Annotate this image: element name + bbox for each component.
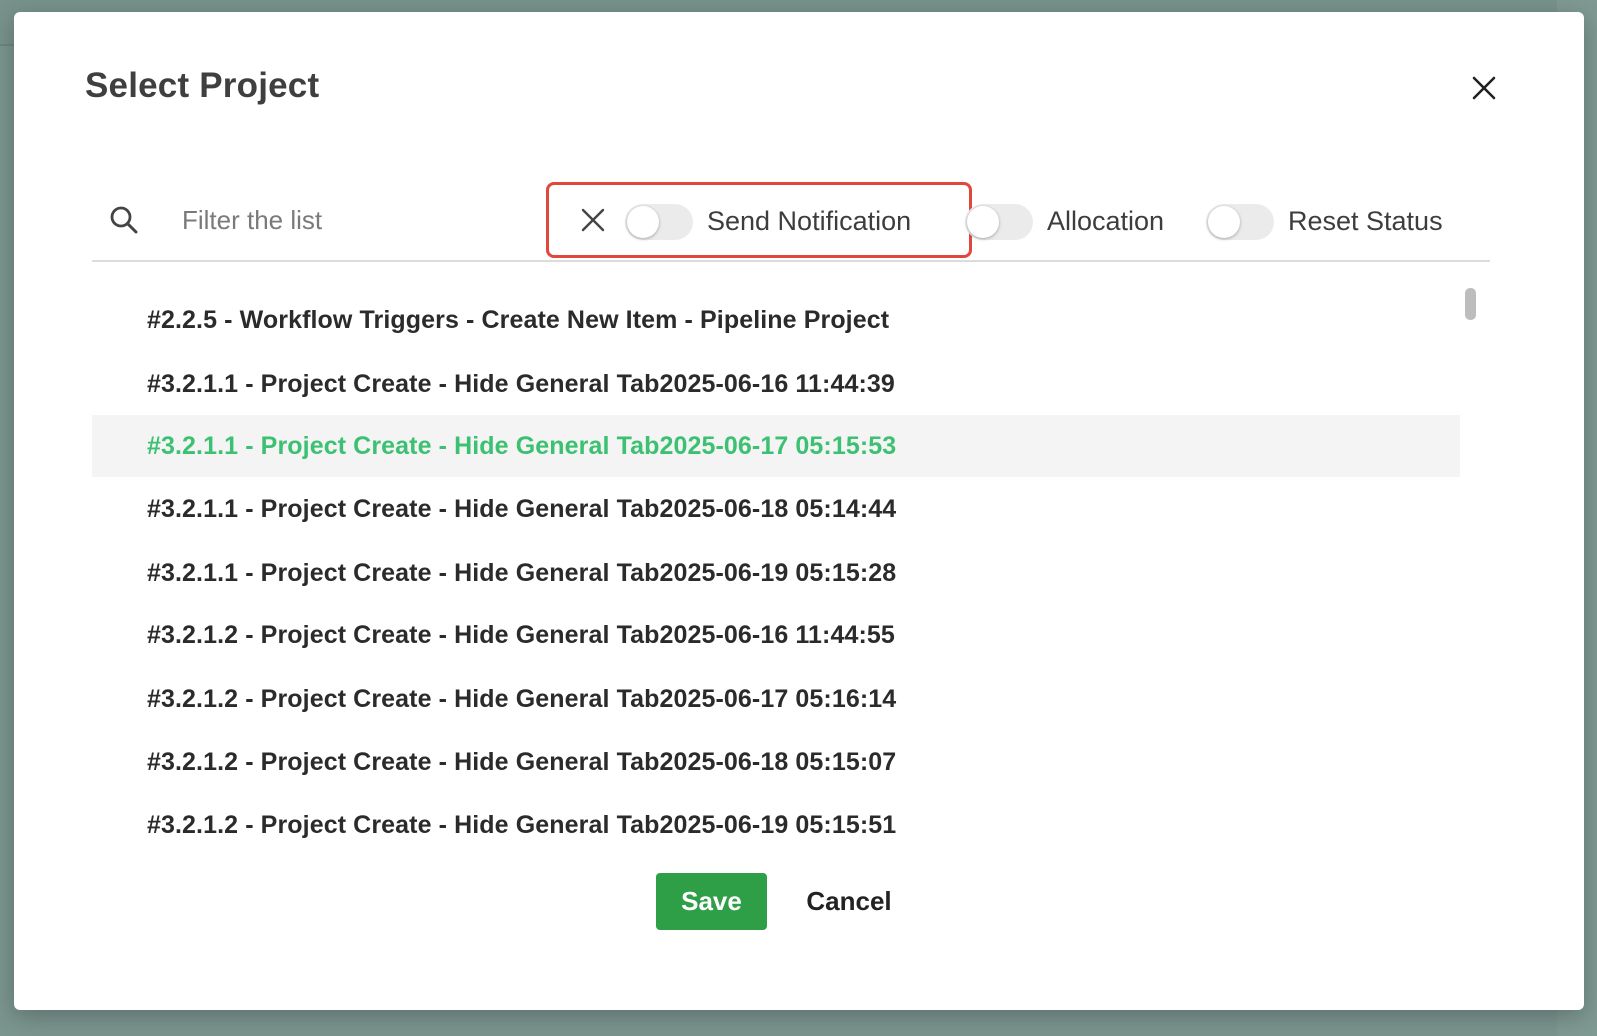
background-divider [0,44,14,46]
reset-status-label: Reset Status [1288,206,1443,236]
filter-toolbar: Send Notification Allocation Reset Statu… [92,172,1490,262]
allocation-label: Allocation [1047,206,1165,236]
list-item[interactable]: #3.2.1.1 - Project Create - Hide General… [92,478,1460,540]
list-item[interactable]: #3.2.1.2 - Project Create - Hide General… [92,731,1460,793]
close-icon [581,208,605,232]
list-item[interactable]: #3.2.1.1 - Project Create - Hide General… [92,353,1460,415]
close-icon [1472,76,1496,100]
list-item[interactable]: #3.2.1.2 - Project Create - Hide General… [92,668,1460,730]
modal-title: Select Project [85,66,320,105]
send-notification-toggle[interactable] [625,204,693,240]
list-item[interactable]: #2.2.5 - Workflow Triggers - Create New … [92,289,1460,351]
toggle-knob [967,206,999,238]
toggle-knob [1208,206,1240,238]
filter-input[interactable] [182,196,522,244]
save-button[interactable]: Save [656,873,767,930]
project-list[interactable]: #2.2.5 - Workflow Triggers - Create New … [92,274,1490,844]
close-modal-button[interactable] [1468,72,1500,104]
select-project-modal: Select Project Send Notification [14,12,1584,1010]
list-item-selected[interactable]: #3.2.1.1 - Project Create - Hide General… [92,415,1460,477]
clear-filter-button[interactable] [577,204,609,236]
list-item[interactable]: #3.2.1.2 - Project Create - Hide General… [92,604,1460,666]
list-item[interactable]: #3.2.1.1 - Project Create - Hide General… [92,542,1460,604]
cancel-button[interactable]: Cancel [794,873,904,930]
toggle-knob [627,206,659,238]
reset-status-toggle[interactable] [1206,204,1274,240]
list-item[interactable]: #3.2.1.2 - Project Create - Hide General… [92,794,1460,844]
search-icon [108,204,140,236]
allocation-toggle[interactable] [965,204,1033,240]
send-notification-label: Send Notification [707,206,912,236]
list-scrollbar[interactable] [1465,288,1476,320]
